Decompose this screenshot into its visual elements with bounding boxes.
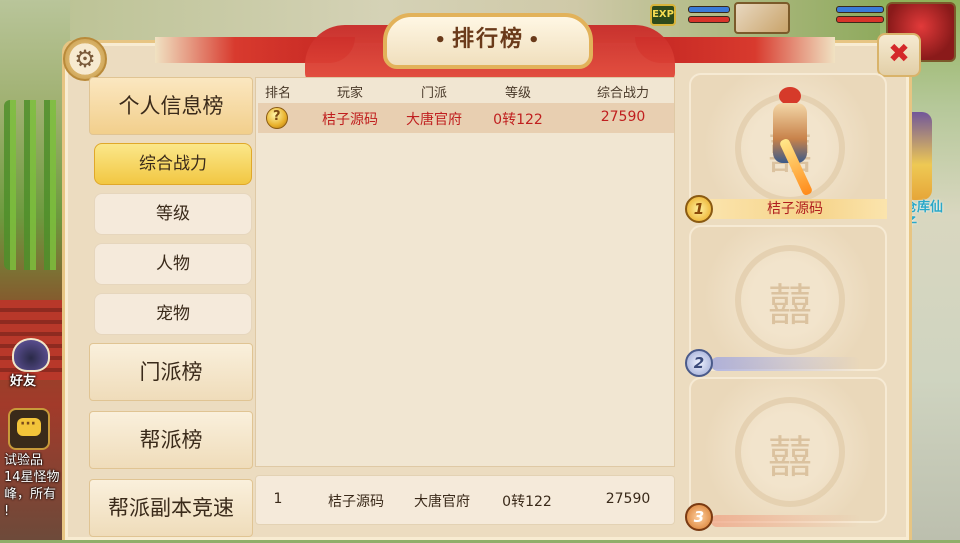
settings-button[interactable]: ⚙ xyxy=(63,37,107,81)
leaderboard-panel: 排行榜 ⚙ ✖ 个人信息榜 综合战力 等级 人物 宠物 门派榜 帮派榜 帮派副本… xyxy=(62,13,921,543)
exp-badge: EXP xyxy=(650,4,676,26)
header-power: 综合战力 xyxy=(596,86,649,101)
my-sect: 大唐官府 xyxy=(414,494,470,510)
panel-title: 排行榜 xyxy=(383,13,593,69)
pet-mp-bar xyxy=(688,16,730,23)
podium-card-1[interactable]: 桔子源码 1 xyxy=(685,73,887,223)
chat-line: 试验品 xyxy=(4,453,44,468)
nav-category-guild-dungeon[interactable]: 帮派副本竞速 xyxy=(89,479,253,537)
nav-sub-character[interactable]: 人物 xyxy=(94,243,252,285)
emblem-icon xyxy=(735,397,845,507)
rank-1-badge-icon: 1 xyxy=(685,195,713,223)
friend-label: 好友 xyxy=(10,374,37,389)
gear-icon: ⚙ xyxy=(74,45,96,73)
close-icon: ✖ xyxy=(888,39,910,69)
nav-category-sect[interactable]: 门派榜 xyxy=(89,343,253,401)
my-power: 27590 xyxy=(605,491,651,507)
nav-category-guild[interactable]: 帮派榜 xyxy=(89,411,253,469)
row-sect: 大唐官府 xyxy=(406,112,462,128)
my-level: 0转122 xyxy=(502,494,552,510)
nav-sub-level[interactable]: 等级 xyxy=(94,193,252,235)
header-sect: 门派 xyxy=(420,86,447,101)
hero-hp-bar xyxy=(836,6,884,13)
close-button[interactable]: ✖ xyxy=(877,33,921,77)
nav-category-personal[interactable]: 个人信息榜 xyxy=(89,77,253,135)
rank-2-badge-icon: 2 xyxy=(685,349,713,377)
emblem-icon xyxy=(735,245,845,355)
podium-card-2[interactable]: 2 xyxy=(685,225,887,377)
table-row[interactable]: 桔子源码 大唐官府 0转122 27590 xyxy=(258,103,674,133)
friend-button[interactable]: 好友 xyxy=(6,338,56,390)
chat-button[interactable] xyxy=(8,408,50,450)
pet-portrait[interactable] xyxy=(734,2,790,34)
chat-bubble-icon xyxy=(17,416,41,436)
category-nav: 个人信息榜 综合战力 等级 人物 宠物 门派榜 帮派榜 帮派副本竞速 xyxy=(89,77,255,543)
medal-icon xyxy=(266,107,288,129)
header-player: 玩家 xyxy=(336,86,363,101)
my-player: 桔子源码 xyxy=(328,494,384,510)
pet-hp-bar xyxy=(688,6,730,13)
row-power: 27590 xyxy=(600,109,646,125)
row-player: 桔子源码 xyxy=(322,112,378,128)
ranking-table: 排名 玩家 门派 等级 综合战力 桔子源码 大唐官府 0转122 27590 xyxy=(255,77,675,467)
chat-line: 14星怪物 xyxy=(4,470,60,485)
podium-name-1: 桔子源码 xyxy=(703,199,887,219)
rank-3-badge-icon: 3 xyxy=(685,503,713,531)
chat-line: ! xyxy=(4,504,10,519)
top-three-podium: 桔子源码 1 2 3 xyxy=(685,73,891,543)
my-rank-row: 1 桔子源码 大唐官府 0转122 27590 xyxy=(255,475,675,525)
nav-sub-pet[interactable]: 宠物 xyxy=(94,293,252,335)
bamboo-decor xyxy=(4,100,64,270)
podium-name-bar-2 xyxy=(711,357,861,371)
my-rank: 1 xyxy=(273,491,283,507)
table-header: 排名 玩家 门派 等级 综合战力 xyxy=(256,78,674,102)
chat-preview: 试验品 14星怪物 峰，所有 ! xyxy=(4,452,70,534)
header-level: 等级 xyxy=(504,86,531,101)
friend-avatar-icon xyxy=(12,338,50,372)
chat-line: 峰，所有 xyxy=(4,487,57,502)
row-level: 0转122 xyxy=(493,112,543,128)
nav-sub-power[interactable]: 综合战力 xyxy=(94,143,252,185)
podium-name-bar-3 xyxy=(711,515,861,527)
podium-card-3[interactable]: 3 xyxy=(685,377,887,531)
header-rank: 排名 xyxy=(264,86,291,101)
hero-mp-bar xyxy=(836,16,884,23)
hero-model xyxy=(761,87,821,197)
